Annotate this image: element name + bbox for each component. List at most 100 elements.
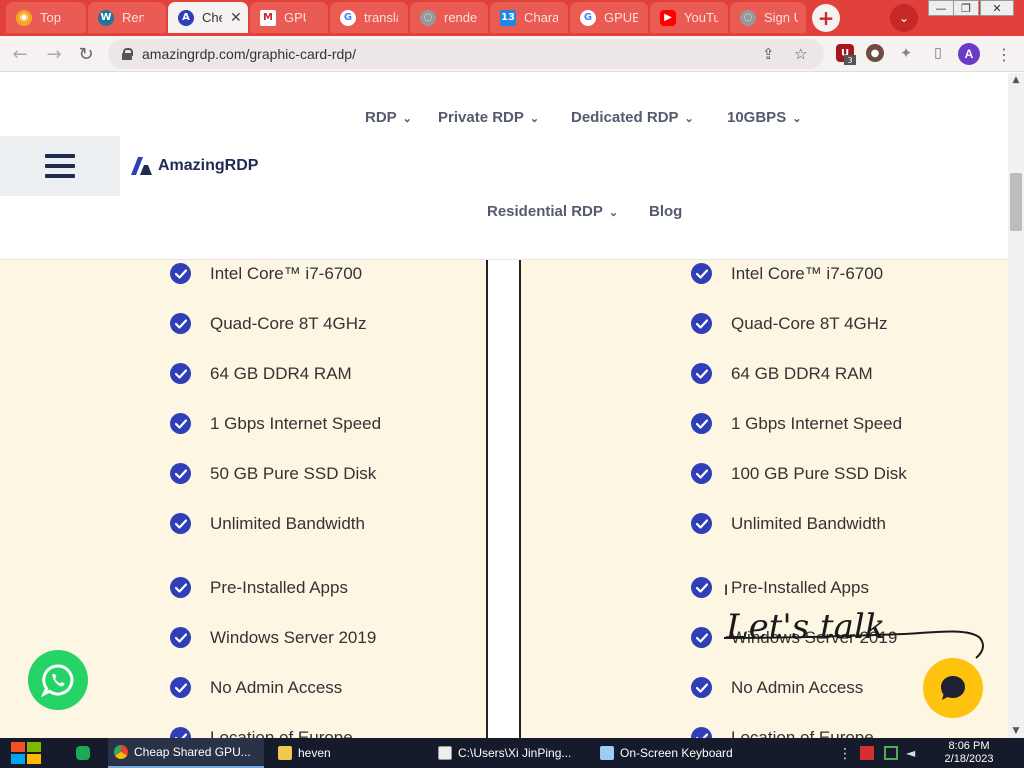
check-circle-icon [170,463,191,484]
feature-label: 100 GB Pure SSD Disk [731,463,907,483]
scrollbar-thumb[interactable] [1010,173,1022,231]
browser-tab[interactable]: G transla [330,2,408,33]
nav-rdp[interactable]: RDP ⌄ [365,109,412,126]
extensions-puzzle-icon[interactable]: ✦ [897,44,915,62]
feature-item: Location of Europe [691,727,874,738]
browser-tab[interactable]: ▶ YouTu [650,2,728,33]
nav-label: Private RDP [438,109,524,126]
tab-title: Top 7 [40,10,62,25]
nav-label: Residential RDP [487,203,603,220]
feature-label: Unlimited Bandwidth [210,513,365,533]
tab-search-button[interactable]: ⌄ [890,4,918,32]
feature-item: Unlimited Bandwidth [170,513,365,534]
live-chat-button[interactable] [923,658,983,718]
feature-label: No Admin Access [210,677,343,697]
chevron-down-icon: ⌄ [792,113,802,125]
check-circle-icon [170,577,191,598]
minimize-button[interactable]: — [928,0,954,16]
reload-button[interactable]: ↻ [74,42,98,66]
profile-avatar[interactable]: A [958,43,980,65]
feature-item: Pre-Installed Apps [691,577,869,598]
nav-residential-rdp[interactable]: Residential RDP ⌄ [487,203,618,220]
browser-tab[interactable]: 13 Chara [490,2,568,33]
nav-dedicated-rdp[interactable]: Dedicated RDP ⌄ [571,109,694,126]
feature-item: Intel Core™ i7-6700 [691,263,883,284]
nav-blog[interactable]: Blog [649,203,682,220]
browser-tab-active[interactable]: A Che ✕ [168,2,248,33]
keyboard-icon [600,746,614,760]
browser-tab[interactable]: W Rende [88,2,166,33]
whatsapp-chat-button[interactable] [28,650,88,710]
feature-item: Unlimited Bandwidth [691,513,886,534]
tab-title: transla [364,10,398,25]
page-scrollbar[interactable]: ▲ ▼ [1008,73,1024,738]
side-panel-icon[interactable]: ▯ [929,44,947,62]
site-icon: 13 [500,9,516,26]
avatar-extension-icon[interactable]: ● [866,44,884,62]
browser-tab[interactable]: M GPU a [250,2,328,33]
tab-title: Sign U [764,10,798,25]
google-icon: G [340,9,356,26]
nav-label: Dedicated RDP [571,109,679,126]
flag-icon[interactable] [860,746,874,760]
check-circle-icon [170,627,191,648]
scroll-up-arrow[interactable]: ▲ [1008,73,1024,87]
new-tab-button[interactable]: + [812,4,840,32]
browser-toolbar: ← → ↻ amazingrdp.com/graphic-card-rdp/ ⇪… [0,36,1024,72]
close-window-button[interactable]: ✕ [980,0,1014,16]
globe-icon: ◌ [740,9,756,26]
nav-10gbps[interactable]: 10GBPS ⌄ [727,109,801,126]
tab-title: Rende [122,10,144,25]
tray-overflow-icon[interactable]: ⋮ [838,746,852,762]
browser-tab[interactable]: ◉ Top 7 [6,2,86,33]
feature-label: 1 Gbps Internet Speed [731,413,903,433]
feature-label: 64 GB DDR4 RAM [731,363,873,383]
feature-label: Intel Core™ i7-6700 [210,263,363,283]
taskbar-app-green[interactable] [70,738,100,768]
hamburger-icon [45,154,75,178]
feature-item: 100 GB Pure SSD Disk [691,463,907,484]
nav-label: Blog [649,203,683,220]
feature-item: Quad-Core 8T 4GHz [170,313,367,334]
youtube-icon: ▶ [660,9,676,26]
nav-private-rdp[interactable]: Private RDP ⌄ [438,109,539,126]
lock-icon[interactable] [122,48,133,60]
taskbar-item-terminal[interactable]: C:\Users\Xi JinPing... [432,738,588,768]
menu-kebab-icon[interactable]: ⋮ [992,42,1016,66]
browser-tab[interactable]: ◌ Sign U [730,2,806,33]
clock-date: 2/18/2023 [944,753,994,765]
check-circle-icon [691,313,712,334]
clock-time: 8:06 PM [948,740,990,752]
taskbar-item-chrome[interactable]: Cheap Shared GPU... [108,738,264,768]
site-logo[interactable]: AmazingRDP [131,157,258,175]
feature-item: 64 GB DDR4 RAM [170,363,352,384]
nav-label: 10GBPS [727,109,787,126]
windows-start-button[interactable] [10,741,44,765]
terminal-icon [438,746,452,760]
network-icon[interactable] [884,746,898,760]
bookmark-star-icon[interactable]: ☆ [794,45,807,63]
lets-talk-text: Let's talk [725,607,885,647]
hamburger-menu-button[interactable] [0,136,120,196]
volume-icon[interactable]: ◄ [906,746,920,760]
taskbar-label: heven [298,746,331,760]
forward-button[interactable]: → [42,42,66,66]
close-tab-icon[interactable]: ✕ [230,10,242,26]
check-circle-icon [170,727,191,738]
restore-button[interactable]: ❐ [953,0,979,16]
browser-tab[interactable]: G GPUE [570,2,648,33]
url-text: amazingrdp.com/graphic-card-rdp/ [142,46,356,62]
taskbar-item-keyboard[interactable]: On-Screen Keyboard [594,738,744,768]
check-circle-icon [170,263,191,284]
feature-label: Quad-Core 8T 4GHz [210,313,367,333]
feature-label: No Admin Access [731,677,864,697]
check-circle-icon [170,413,191,434]
share-icon[interactable]: ⇪ [762,45,775,63]
system-clock[interactable]: 8:06 PM 2/18/2023 [938,740,1000,766]
feature-item: No Admin Access [691,677,863,698]
taskbar-item-folder[interactable]: heven [272,738,422,768]
browser-tab[interactable]: ◌ rende [410,2,488,33]
scroll-down-arrow[interactable]: ▼ [1008,724,1024,738]
back-button[interactable]: ← [8,42,32,66]
address-bar[interactable]: amazingrdp.com/graphic-card-rdp/ ⇪ ☆ [108,39,824,69]
